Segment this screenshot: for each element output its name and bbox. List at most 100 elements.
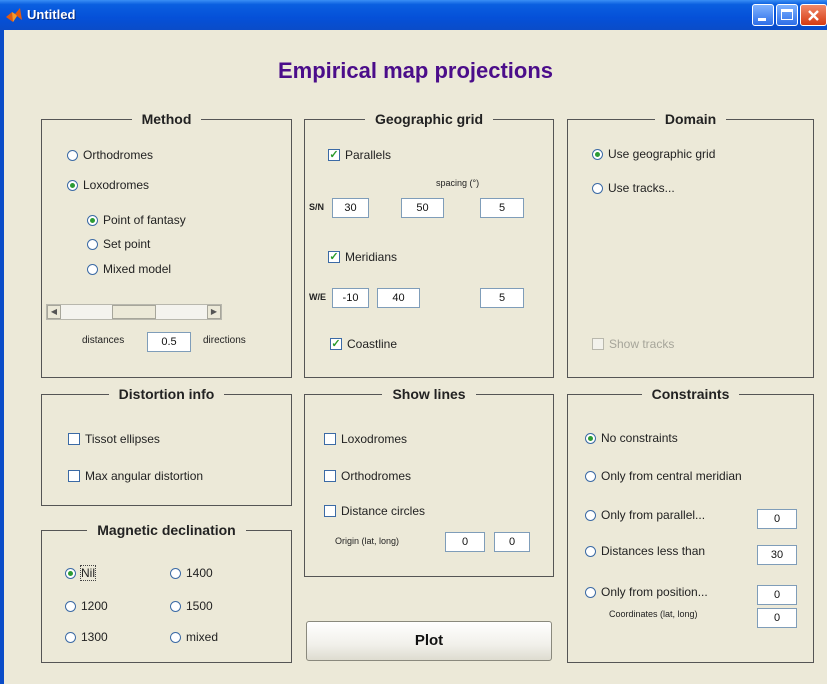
figure-client-area: Empirical map projections Method Orthodr…: [4, 30, 827, 684]
set-point-label: Set point: [103, 237, 151, 251]
declination-mixed-radio[interactable]: [170, 632, 181, 643]
page-title: Empirical map projections: [277, 58, 554, 83]
point-of-fantasy-label: Point of fantasy: [103, 213, 186, 227]
declination-1200-label: 1200: [81, 599, 108, 613]
we-to-field[interactable]: 40: [377, 288, 420, 308]
set-point-radio[interactable]: [87, 239, 98, 250]
slider-left-label: distances: [82, 335, 125, 346]
domain-panel-title: Domain: [568, 110, 813, 128]
minimize-icon: [758, 18, 766, 21]
meridians-checkbox[interactable]: ✓: [328, 251, 340, 263]
coordinates-field[interactable]: 0: [757, 608, 797, 628]
spacing-label: spacing (°): [436, 178, 480, 188]
slider-thumb[interactable]: [112, 305, 156, 319]
distances-less-than-label: Distances less than: [601, 544, 706, 558]
nil-radio[interactable]: [65, 568, 76, 579]
use-tracks-radio[interactable]: [592, 183, 603, 194]
parallels-checkbox[interactable]: ✓: [328, 149, 340, 161]
distances-less-than-radio[interactable]: [585, 546, 596, 557]
loxodromes-radio[interactable]: [67, 180, 78, 191]
origin-lat-field[interactable]: 0: [445, 532, 485, 552]
no-constraints-label: No constraints: [601, 431, 678, 445]
only-from-parallel-label: Only from parallel...: [601, 508, 706, 522]
domain-panel: Domain Use geographic grid Use tracks...…: [567, 111, 814, 378]
sn-from-field[interactable]: 30: [332, 198, 369, 218]
show-loxodromes-label: Loxodromes: [341, 432, 408, 446]
minimize-button[interactable]: [752, 4, 774, 26]
distance-circles-label: Distance circles: [341, 504, 426, 518]
declination-1400-radio[interactable]: [170, 568, 181, 579]
plot-button[interactable]: Plot: [306, 621, 552, 661]
slider-left-arrow-icon[interactable]: ◀: [47, 305, 61, 319]
central-meridian-label: Only from central meridian: [601, 469, 742, 483]
show-lines-panel-title: Show lines: [305, 385, 553, 403]
close-button[interactable]: [800, 4, 827, 26]
declination-1500-radio[interactable]: [170, 601, 181, 612]
only-from-position-radio[interactable]: [585, 587, 596, 598]
sn-to-field[interactable]: 50: [401, 198, 444, 218]
distortion-info-panel-title: Distortion info: [42, 385, 291, 403]
method-panel-title: Method: [42, 110, 291, 128]
use-geographic-grid-radio[interactable]: [592, 149, 603, 160]
distance-circles-checkbox[interactable]: [324, 505, 336, 517]
show-lines-panel: Show lines Loxodromes Orthodromes Distan…: [304, 386, 554, 577]
geographic-grid-panel-title: Geographic grid: [305, 110, 553, 128]
show-tracks-label: Show tracks: [609, 337, 675, 351]
declination-mixed-label: mixed: [186, 630, 219, 644]
coastline-checkbox[interactable]: ✓: [330, 338, 342, 350]
slider-right-arrow-icon[interactable]: ▶: [207, 305, 221, 319]
sn-spacing-field[interactable]: 5: [480, 198, 524, 218]
declination-1500-label: 1500: [186, 599, 213, 613]
origin-label: Origin (lat, long): [335, 536, 400, 546]
use-tracks-label: Use tracks...: [608, 181, 675, 195]
show-orthodromes-label: Orthodromes: [341, 469, 412, 483]
position-field[interactable]: 0: [757, 585, 797, 605]
central-meridian-radio[interactable]: [585, 471, 596, 482]
sn-label: S/N: [309, 202, 325, 212]
only-from-parallel-radio[interactable]: [585, 510, 596, 521]
use-geographic-grid-label: Use geographic grid: [608, 147, 716, 161]
orthodromes-radio[interactable]: [67, 150, 78, 161]
distances-field[interactable]: 30: [757, 545, 797, 565]
constraints-panel-title: Constraints: [568, 385, 813, 403]
we-spacing-field[interactable]: 5: [480, 288, 524, 308]
orthodromes-label: Orthodromes: [83, 148, 154, 162]
meridians-label: Meridians: [345, 250, 398, 264]
distance-direction-slider[interactable]: ◀ ▶: [46, 304, 222, 320]
maximize-icon: [781, 9, 793, 20]
nil-label: Nil: [80, 565, 96, 581]
close-icon: [808, 10, 819, 21]
point-of-fantasy-radio[interactable]: [87, 215, 98, 226]
origin-long-field[interactable]: 0: [494, 532, 530, 552]
show-orthodromes-checkbox[interactable]: [324, 470, 336, 482]
mixed-model-radio[interactable]: [87, 264, 98, 275]
matlab-logo-icon: [6, 8, 22, 22]
show-loxodromes-checkbox[interactable]: [324, 433, 336, 445]
declination-1300-label: 1300: [81, 630, 108, 644]
distortion-info-panel: Distortion info Tissot ellipses Max angu…: [41, 386, 292, 506]
we-from-field[interactable]: -10: [332, 288, 369, 308]
loxodromes-label: Loxodromes: [83, 178, 150, 192]
coastline-label: Coastline: [347, 337, 398, 351]
title-bar: Untitled: [0, 0, 827, 30]
constraints-panel: Constraints No constraints Only from cen…: [567, 386, 814, 663]
slider-value-field[interactable]: 0.5: [147, 332, 191, 352]
tissot-ellipses-checkbox[interactable]: [68, 433, 80, 445]
maximize-button[interactable]: [776, 4, 798, 26]
parallels-label: Parallels: [345, 148, 392, 162]
only-from-position-label: Only from position...: [601, 585, 708, 599]
magnetic-declination-panel-title: Magnetic declination: [42, 521, 291, 539]
declination-1200-radio[interactable]: [65, 601, 76, 612]
tissot-ellipses-label: Tissot ellipses: [85, 432, 160, 446]
max-angular-distortion-label: Max angular distortion: [85, 469, 204, 483]
no-constraints-radio[interactable]: [585, 433, 596, 444]
max-angular-distortion-checkbox[interactable]: [68, 470, 80, 482]
show-tracks-checkbox[interactable]: [592, 338, 604, 350]
declination-1400-label: 1400: [186, 566, 213, 580]
mixed-model-label: Mixed model: [103, 262, 172, 276]
we-label: W/E: [309, 292, 326, 302]
declination-1300-radio[interactable]: [65, 632, 76, 643]
coordinates-label: Coordinates (lat, long): [609, 609, 698, 619]
parallel-field[interactable]: 0: [757, 509, 797, 529]
window-title: Untitled: [27, 7, 76, 22]
